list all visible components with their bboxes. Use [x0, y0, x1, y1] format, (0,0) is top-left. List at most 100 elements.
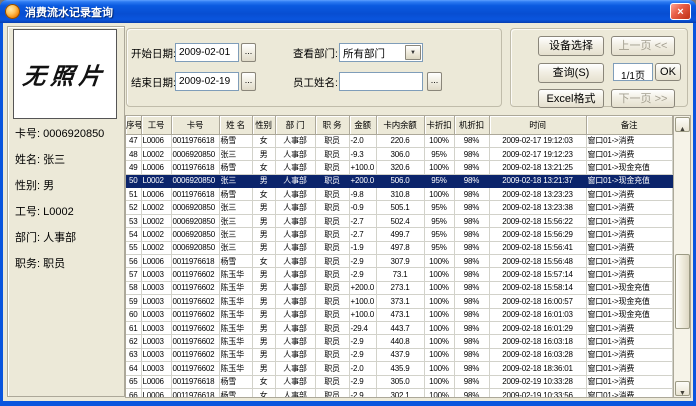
close-button[interactable]: × [670, 3, 691, 20]
start-date-browse-button[interactable]: ... [241, 43, 256, 62]
table-row[interactable]: 62L00030011976602陈玉华男人事部职员-2.9440.8100%9… [126, 335, 672, 348]
table-cell: 男 [252, 241, 275, 254]
table-row[interactable]: 56L00060011976618杨雪女人事部职员-2.9307.9100%98… [126, 255, 672, 268]
table-cell: 职员 [315, 228, 349, 241]
table-cell: 54 [126, 228, 141, 241]
table-row[interactable]: 53L00020006920850张三男人事部职员-2.7502.495%98%… [126, 214, 672, 227]
scrollbar-thumb[interactable] [675, 254, 690, 329]
column-header[interactable]: 序号 [126, 116, 141, 134]
end-date-browse-button[interactable]: ... [241, 72, 256, 91]
table-cell: 98% [454, 295, 489, 308]
table-cell: 2009-02-18 13:21:37 [489, 174, 586, 187]
table-cell: 95% [424, 147, 454, 160]
table-cell: 100% [424, 335, 454, 348]
records-table: 序号工号卡号姓 名性别部 门职 务金额卡内余额卡折扣机折扣时间备注 47L000… [126, 116, 673, 398]
table-row[interactable]: 48L00020006920850张三男人事部职员-9.3306.095%98%… [126, 147, 672, 160]
scroll-up-button[interactable]: ▲ [675, 117, 690, 132]
table-cell: 人事部 [275, 321, 315, 334]
table-cell: 张三 [219, 174, 252, 187]
table-cell: 窗口01->现金充值 [586, 295, 672, 308]
table-row[interactable]: 66L00060011976618杨雪女人事部职员-2.9302.1100%98… [126, 388, 672, 398]
table-row[interactable]: 52L00020006920850张三男人事部职员-0.9505.195%98%… [126, 201, 672, 214]
table-cell: 0011976602 [171, 308, 219, 321]
chevron-down-icon[interactable]: ▼ [405, 45, 421, 60]
table-cell: 0006920850 [171, 214, 219, 227]
records-grid: 序号工号卡号姓 名性别部 门职 务金额卡内余额卡折扣机折扣时间备注 47L000… [125, 115, 691, 398]
table-row[interactable]: 54L00020006920850张三男人事部职员-2.7499.795%98%… [126, 228, 672, 241]
column-header[interactable]: 工号 [141, 116, 171, 134]
table-cell: 0006920850 [171, 241, 219, 254]
table-row[interactable]: 49L00060011976618杨雪女人事部职员+100.0320.6100%… [126, 161, 672, 174]
column-header[interactable]: 职 务 [315, 116, 349, 134]
column-header[interactable]: 卡号 [171, 116, 219, 134]
table-cell: 人事部 [275, 362, 315, 375]
employee-name-browse-button[interactable]: ... [427, 72, 442, 91]
page-number-input[interactable]: 1/1页 [613, 63, 653, 81]
table-row[interactable]: 51L00060011976618杨雪女人事部职员-9.8310.8100%98… [126, 188, 672, 201]
column-header[interactable]: 部 门 [275, 116, 315, 134]
employee-name-input[interactable] [339, 72, 423, 91]
table-cell: -2.7 [349, 228, 376, 241]
table-cell: L0003 [141, 308, 171, 321]
table-cell: 人事部 [275, 348, 315, 361]
column-header[interactable]: 姓 名 [219, 116, 252, 134]
table-cell: 2009-02-18 15:56:41 [489, 241, 586, 254]
column-header[interactable]: 性别 [252, 116, 275, 134]
table-row[interactable]: 47L00060011976618杨雪女人事部职员-2.0220.6100%98… [126, 134, 672, 147]
table-cell: 100% [424, 362, 454, 375]
column-header[interactable]: 机折扣 [454, 116, 489, 134]
table-cell: 310.8 [376, 188, 424, 201]
table-row[interactable]: 61L00030011976602陈玉华男人事部职员-29.4443.7100%… [126, 321, 672, 334]
next-page-button[interactable]: 下一页 >> [611, 89, 675, 108]
table-cell: 51 [126, 188, 141, 201]
table-cell: 男 [252, 147, 275, 160]
profile-name: 姓名: 张三 [15, 147, 104, 173]
employee-name-label: 员工姓名: [293, 75, 338, 90]
table-cell: 0011976618 [171, 134, 219, 147]
table-cell: -2.9 [349, 375, 376, 388]
table-row[interactable]: 65L00060011976618杨雪女人事部职员-2.9305.0100%98… [126, 375, 672, 388]
device-select-button[interactable]: 设备选择 [538, 36, 604, 56]
table-cell: 506.0 [376, 174, 424, 187]
table-row[interactable]: 55L00020006920850张三男人事部职员-1.9497.895%98%… [126, 241, 672, 254]
table-cell: 53 [126, 214, 141, 227]
table-cell: 2009-02-18 16:00:57 [489, 295, 586, 308]
column-header[interactable]: 时间 [489, 116, 586, 134]
table-cell: L0006 [141, 255, 171, 268]
table-row[interactable]: 57L00030011976602陈玉华男人事部职员-2.973.1100%98… [126, 268, 672, 281]
table-cell: 男 [252, 228, 275, 241]
end-date-input[interactable]: 2009-02-19 [175, 72, 239, 91]
query-button[interactable]: 查询(S) [538, 63, 604, 83]
table-row[interactable]: 63L00030011976602陈玉华男人事部职员-2.9437.9100%9… [126, 348, 672, 361]
column-header[interactable]: 金额 [349, 116, 376, 134]
table-row[interactable]: 64L00030011976602陈玉华男人事部职员-2.0435.9100%9… [126, 362, 672, 375]
vertical-scrollbar[interactable]: ▲ ▼ [673, 116, 690, 397]
table-cell: 窗口01->消费 [586, 362, 672, 375]
app-icon [5, 4, 20, 19]
table-cell: 58 [126, 281, 141, 294]
department-select[interactable]: 所有部门 ▼ [339, 43, 423, 62]
table-row[interactable]: 60L00030011976602陈玉华男人事部职员+100.0473.1100… [126, 308, 672, 321]
employee-panel: 无照片 卡号: 0006920850 姓名: 张三 性别: 男 工号: L000… [7, 26, 125, 397]
table-cell: L0006 [141, 388, 171, 398]
table-row[interactable]: 59L00030011976602陈玉华男人事部职员+100.0373.1100… [126, 295, 672, 308]
photo-placeholder: 无照片 [13, 29, 117, 119]
table-cell: 职员 [315, 335, 349, 348]
table-cell: 人事部 [275, 161, 315, 174]
start-date-input[interactable]: 2009-02-01 [175, 43, 239, 62]
table-cell: 窗口01->现金充值 [586, 174, 672, 187]
page-ok-button[interactable]: OK [655, 63, 681, 81]
prev-page-button[interactable]: 上一页 << [611, 36, 675, 56]
scroll-down-button[interactable]: ▼ [675, 381, 690, 396]
table-cell: 陈玉华 [219, 268, 252, 281]
table-cell: L0006 [141, 375, 171, 388]
table-cell: 95% [424, 241, 454, 254]
table-cell: L0002 [141, 174, 171, 187]
column-header[interactable]: 卡内余额 [376, 116, 424, 134]
table-row[interactable]: 50L00020006920850张三男人事部职员+200.0506.095%9… [126, 174, 672, 187]
table-cell: 女 [252, 161, 275, 174]
table-row[interactable]: 58L00030011976602陈玉华男人事部职员+200.0273.1100… [126, 281, 672, 294]
excel-export-button[interactable]: Excel格式 [538, 89, 604, 108]
column-header[interactable]: 卡折扣 [424, 116, 454, 134]
column-header[interactable]: 备注 [586, 116, 672, 134]
